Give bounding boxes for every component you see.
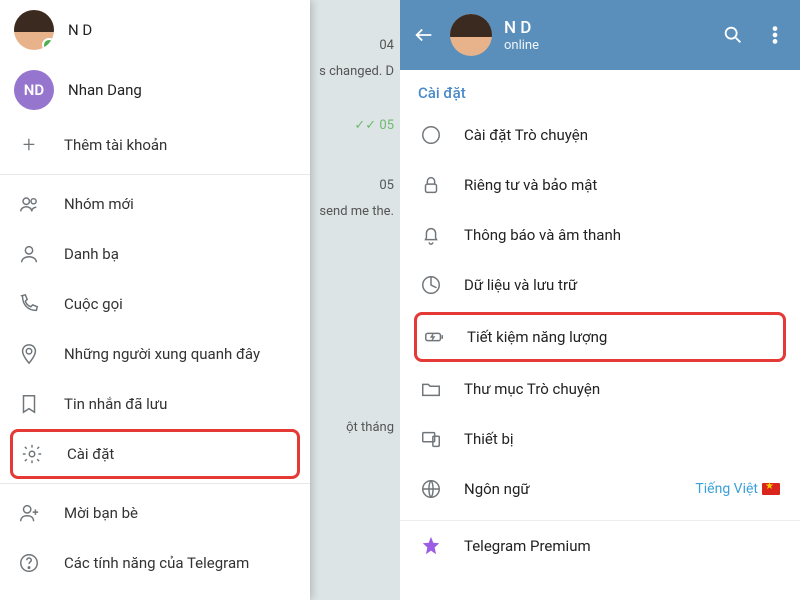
setting-power-saving[interactable]: Tiết kiệm năng lượng	[414, 312, 786, 362]
menu-label: Cuộc gọi	[64, 295, 123, 313]
avatar[interactable]	[450, 14, 492, 56]
add-account-button[interactable]: + Thêm tài khoản	[0, 120, 310, 170]
setting-label: Riêng tư và bảo mật	[464, 176, 780, 194]
battery-icon	[423, 326, 445, 348]
bg-text: send me the.	[319, 204, 394, 219]
bg-text: s changed. D	[319, 64, 394, 79]
setting-language[interactable]: Ngôn ngữ Tiếng Việt	[400, 464, 800, 514]
flag-icon	[762, 483, 780, 495]
nearby-icon	[18, 343, 40, 365]
bookmark-icon	[18, 393, 40, 415]
setting-folders[interactable]: Thư mục Trò chuyện	[400, 364, 800, 414]
divider	[0, 174, 310, 175]
menu-label: Những người xung quanh đây	[64, 345, 260, 363]
menu-nearby[interactable]: Những người xung quanh đây	[0, 329, 310, 379]
profile-status: online	[504, 38, 706, 53]
devices-icon	[420, 428, 442, 450]
data-icon	[420, 274, 442, 296]
divider	[0, 483, 310, 484]
setting-label: Thư mục Trò chuyện	[464, 380, 780, 398]
avatar: ND	[14, 70, 54, 110]
top-bar: N D online	[400, 0, 800, 70]
language-value-text: Tiếng Việt	[695, 481, 758, 497]
setting-devices[interactable]: Thiết bị	[400, 414, 800, 464]
group-icon	[18, 193, 40, 215]
gear-icon	[21, 443, 43, 465]
setting-label: Thông báo và âm thanh	[464, 226, 780, 244]
avatar	[14, 10, 54, 50]
more-button[interactable]	[760, 24, 790, 46]
settings-list: Cài đặt Trò chuyện Riêng tư và bảo mật T…	[400, 110, 800, 571]
back-button[interactable]	[410, 24, 438, 46]
bg-text: ột tháng	[346, 420, 394, 435]
setting-label: Dữ liệu và lưu trữ	[464, 276, 780, 294]
bg-text: 05	[379, 178, 394, 193]
account-row-primary[interactable]: N D	[0, 0, 310, 60]
section-header: Cài đặt	[400, 70, 800, 110]
profile-info[interactable]: N D online	[504, 18, 706, 53]
menu-label: Tin nhắn đã lưu	[64, 395, 167, 413]
menu-saved-messages[interactable]: Tin nhắn đã lưu	[0, 379, 310, 429]
online-badge	[42, 38, 54, 50]
bg-text: ✓✓ 05	[354, 118, 394, 133]
menu-label: Mời bạn bè	[64, 504, 138, 522]
account-row-secondary[interactable]: ND Nhan Dang	[0, 60, 310, 120]
menu-new-group[interactable]: Nhóm mới	[0, 179, 310, 229]
chat-background: 04 s changed. D ✓✓ 05 05 send me the. ột…	[310, 0, 400, 600]
phone-icon	[18, 293, 40, 315]
profile-name: N D	[504, 18, 706, 38]
menu-label: Cài đặt	[67, 445, 114, 463]
globe-icon	[420, 478, 442, 500]
setting-value: Tiếng Việt	[695, 481, 780, 497]
menu-label: Thêm tài khoản	[64, 136, 167, 154]
menu-contacts[interactable]: Danh bạ	[0, 229, 310, 279]
menu-settings[interactable]: Cài đặt	[10, 429, 300, 479]
plus-icon: +	[18, 134, 40, 156]
setting-data[interactable]: Dữ liệu và lưu trữ	[400, 260, 800, 310]
chat-icon	[420, 124, 442, 146]
setting-label: Telegram Premium	[464, 537, 780, 555]
star-icon	[420, 535, 442, 557]
account-name: Nhan Dang	[68, 81, 142, 99]
menu-label: Danh bạ	[64, 245, 119, 263]
search-button[interactable]	[718, 24, 748, 46]
setting-chat[interactable]: Cài đặt Trò chuyện	[400, 110, 800, 160]
setting-premium[interactable]: Telegram Premium	[400, 521, 800, 571]
bg-text: 04	[379, 38, 394, 53]
menu-label: Nhóm mới	[64, 195, 134, 213]
menu-calls[interactable]: Cuộc gọi	[0, 279, 310, 329]
setting-privacy[interactable]: Riêng tư và bảo mật	[400, 160, 800, 210]
setting-label: Thiết bị	[464, 430, 780, 448]
setting-label: Cài đặt Trò chuyện	[464, 126, 780, 144]
menu-features[interactable]: Các tính năng của Telegram	[0, 538, 310, 588]
lock-icon	[420, 174, 442, 196]
add-user-icon	[18, 502, 40, 524]
account-name: N D	[68, 21, 92, 39]
menu-label: Các tính năng của Telegram	[64, 554, 249, 572]
navigation-drawer: N D ND Nhan Dang + Thêm tài khoản Nhóm m…	[0, 0, 310, 600]
setting-notifications[interactable]: Thông báo và âm thanh	[400, 210, 800, 260]
contact-icon	[18, 243, 40, 265]
bell-icon	[420, 224, 442, 246]
menu-invite[interactable]: Mời bạn bè	[0, 488, 310, 538]
setting-label: Tiết kiệm năng lượng	[467, 328, 777, 346]
folder-icon	[420, 378, 442, 400]
help-icon	[18, 552, 40, 574]
setting-label: Ngôn ngữ	[464, 480, 673, 498]
